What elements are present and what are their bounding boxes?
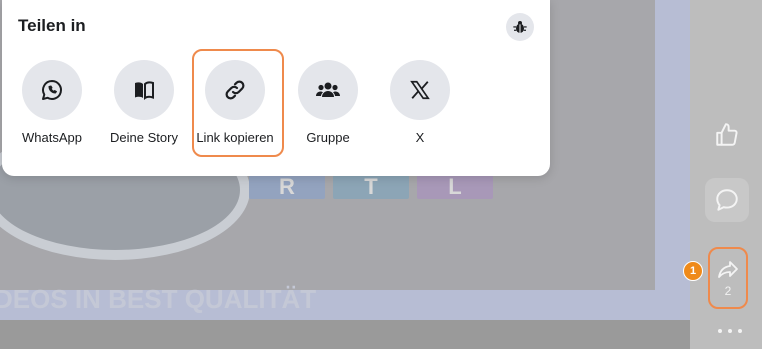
video-banner-text: DEOS IN BEST QUALITÄT	[0, 284, 317, 314]
bug-icon	[513, 21, 527, 33]
share-option-label: WhatsApp	[22, 130, 82, 145]
share-option-whatsapp[interactable]: WhatsApp	[12, 60, 92, 145]
dot-icon	[728, 329, 732, 333]
highlight-box	[192, 49, 284, 157]
share-arrow-icon	[718, 261, 738, 278]
share-option-group[interactable]: Gruppe	[288, 60, 368, 145]
share-option-x[interactable]: X	[380, 60, 460, 145]
comment-icon	[716, 189, 738, 211]
share-option-circle[interactable]	[22, 60, 82, 120]
step-badge: 1	[683, 261, 703, 281]
dot-icon	[738, 329, 742, 333]
report-bug-button[interactable]	[506, 13, 534, 41]
share-count: 2	[724, 284, 732, 298]
share-option-circle[interactable]	[114, 60, 174, 120]
book-icon	[135, 81, 154, 100]
more-options-button[interactable]	[718, 326, 742, 336]
thumbs-up-icon	[716, 123, 738, 146]
whatsapp-icon	[42, 80, 62, 100]
x-logo-icon	[410, 80, 430, 100]
letter-tile: R	[249, 175, 325, 199]
group-icon	[316, 82, 340, 97]
share-option-label: Deine Story	[110, 130, 178, 145]
share-option-story[interactable]: Deine Story	[104, 60, 184, 145]
share-option-label: Gruppe	[306, 130, 350, 145]
share-panel: Teilen in WhatsApp Deine Story Link kopi…	[2, 0, 550, 176]
share-option-circle[interactable]	[298, 60, 358, 120]
dot-icon	[718, 329, 722, 333]
panel-title: Teilen in	[18, 16, 86, 35]
share-option-label: X	[415, 130, 425, 145]
letter-tile: T	[333, 175, 409, 199]
share-option-circle[interactable]	[390, 60, 450, 120]
comment-button[interactable]	[705, 178, 749, 222]
like-button[interactable]	[705, 113, 749, 157]
letter-tile: L	[417, 175, 493, 199]
share-button[interactable]: 2	[708, 247, 748, 309]
